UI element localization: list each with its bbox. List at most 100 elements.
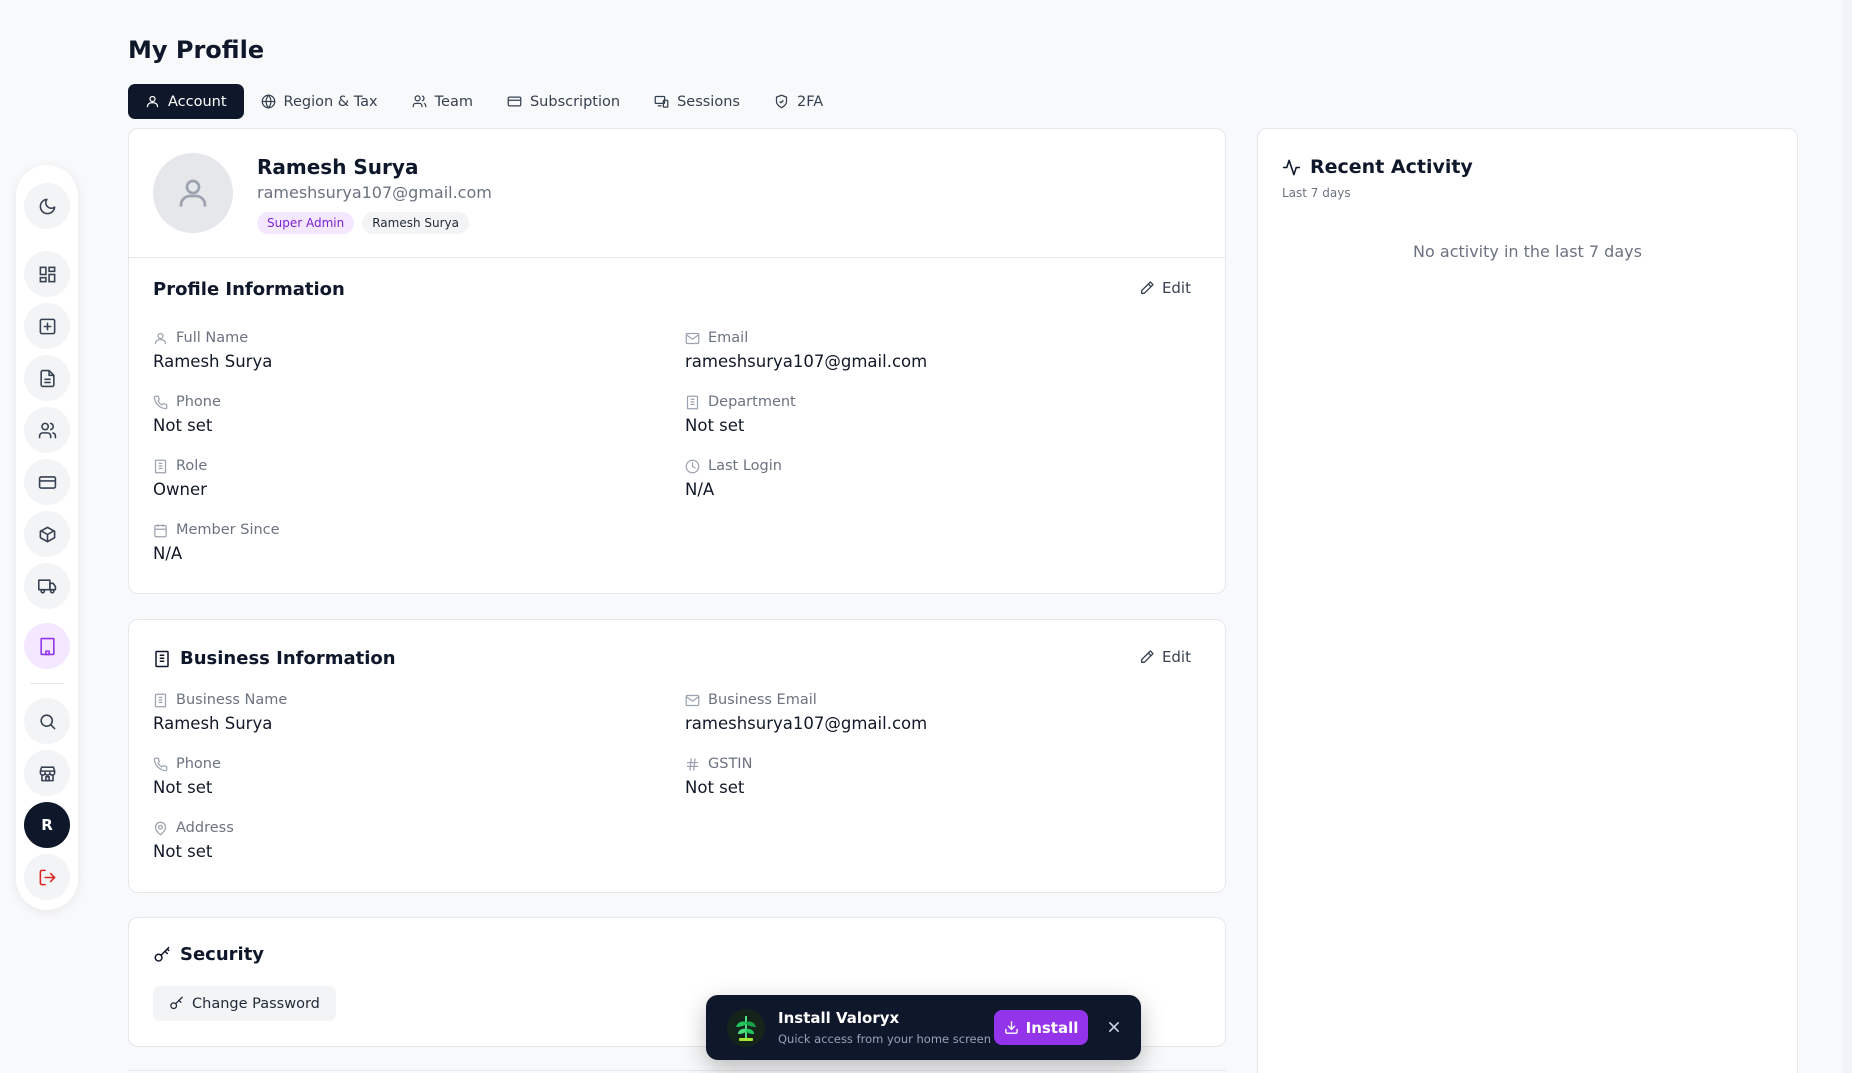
user-name: Ramesh Surya [257,155,419,179]
plus-square-icon [39,318,55,334]
change-password-button[interactable]: Change Password [153,986,336,1021]
user-badges: Super Admin Ramesh Surya [257,212,470,234]
change-password-label: Change Password [192,995,320,1012]
user-icon [146,95,159,108]
sidebar-item-documents[interactable] [24,355,70,401]
field-address: Address Not set [153,820,633,861]
mail-icon [685,332,700,344]
field-value: Not set [153,416,213,435]
install-app-toast: Install Valoryx Quick access from your h… [706,995,1141,1060]
recent-activity-card: Recent Activity Last 7 days No activity … [1257,128,1798,1073]
sidebar-item-store[interactable] [24,750,70,796]
sidebar-item-customers[interactable] [24,407,70,453]
toast-title: Install Valoryx [778,1009,900,1027]
building-icon [154,693,167,707]
tab-label: 2FA [796,93,824,110]
user-avatar-button[interactable]: R [24,802,70,848]
field-email: Email rameshsurya107@gmail.com [685,330,1165,371]
tab-subscription[interactable]: Subscription [490,84,637,119]
user-icon [154,332,167,344]
sidebar-item-products[interactable] [24,511,70,557]
page-title: My Profile [128,36,265,64]
users-icon [412,95,427,108]
field-label: Business Email [708,692,817,708]
credit-card-icon [507,96,522,107]
theme-toggle-button[interactable] [24,183,70,229]
toast-subtitle: Quick access from your home screen [778,1032,991,1046]
field-business-name: Business Name Ramesh Surya [153,692,633,733]
sidebar-item-delivery[interactable] [24,563,70,609]
building-icon [39,637,55,655]
document-icon [39,369,55,387]
field-value: Ramesh Surya [153,714,273,733]
field-full-name: Full Name Ramesh Surya [153,330,633,371]
field-value: N/A [153,544,183,563]
field-member-since: Member Since N/A [153,522,633,563]
key-icon [170,996,183,1010]
dashboard-icon [39,266,55,282]
credit-card-icon [38,475,56,489]
clock-icon [685,459,700,473]
sidebar-divider [30,683,64,684]
edit-profile-button[interactable]: Edit [1139,279,1191,297]
logout-button[interactable] [24,854,70,900]
field-label: GSTIN [708,756,753,772]
field-value: rameshsurya107@gmail.com [685,352,928,371]
profile-header: Ramesh Surya rameshsurya107@gmail.com Su… [129,129,1225,258]
tab-account[interactable]: Account [128,84,244,119]
sidebar-item-business[interactable] [24,623,70,669]
field-label: Last Login [708,458,782,474]
field-value: Not set [153,842,213,861]
field-label: Member Since [176,522,280,538]
profile-info-title: Profile Information [153,279,345,300]
shield-check-icon [775,94,788,109]
tab-label: Account [168,93,227,110]
building-icon [686,395,699,409]
field-gstin: GSTIN Not set [685,756,1165,797]
sidebar-item-payments[interactable] [24,459,70,505]
next-card-edge [128,1070,1226,1071]
sidebar-search-button[interactable] [24,698,70,744]
field-value: rameshsurya107@gmail.com [685,714,928,733]
tab-label: Team [434,93,473,110]
field-value: Not set [153,778,213,797]
tab-region-tax[interactable]: Region & Tax [244,84,395,119]
profile-card: Ramesh Surya rameshsurya107@gmail.com Su… [128,128,1226,594]
activity-subtitle: Last 7 days [1282,186,1351,200]
moon-icon [39,198,55,214]
activity-icon [1282,159,1301,175]
hash-icon [686,757,699,771]
field-business-phone: Phone Not set [153,756,633,797]
field-label: Role [176,458,208,474]
tab-team[interactable]: Team [395,84,490,119]
field-label: Email [708,330,749,346]
activity-heading: Recent Activity [1282,156,1473,178]
map-pin-icon [154,821,167,836]
store-icon [39,765,55,781]
business-badge: Ramesh Surya [362,212,470,234]
edit-label: Edit [1161,648,1191,666]
install-button[interactable]: Install [994,1010,1088,1045]
sidebar-item-dashboard[interactable] [24,251,70,297]
devices-icon [654,95,669,108]
sidebar-item-create[interactable] [24,303,70,349]
profile-avatar[interactable] [153,153,233,233]
tab-sessions[interactable]: Sessions [637,84,757,119]
edit-business-button[interactable]: Edit [1139,648,1191,666]
field-label: Address [176,820,234,836]
avatar-initial: R [41,816,53,834]
user-icon [179,179,207,207]
field-label: Department [708,394,796,410]
edit-label: Edit [1161,279,1191,297]
field-value: N/A [685,480,715,499]
calendar-icon [154,523,167,537]
app-logo [726,1008,766,1048]
field-value: Not set [685,778,745,797]
business-info-heading: Business Information [153,648,396,669]
toast-close-button[interactable] [1104,1017,1124,1037]
tab-2fa[interactable]: 2FA [757,84,840,119]
field-department: Department Not set [685,394,1165,435]
download-icon [1004,1021,1018,1034]
page-scrollbar[interactable] [1842,0,1852,1073]
field-phone: Phone Not set [153,394,633,435]
